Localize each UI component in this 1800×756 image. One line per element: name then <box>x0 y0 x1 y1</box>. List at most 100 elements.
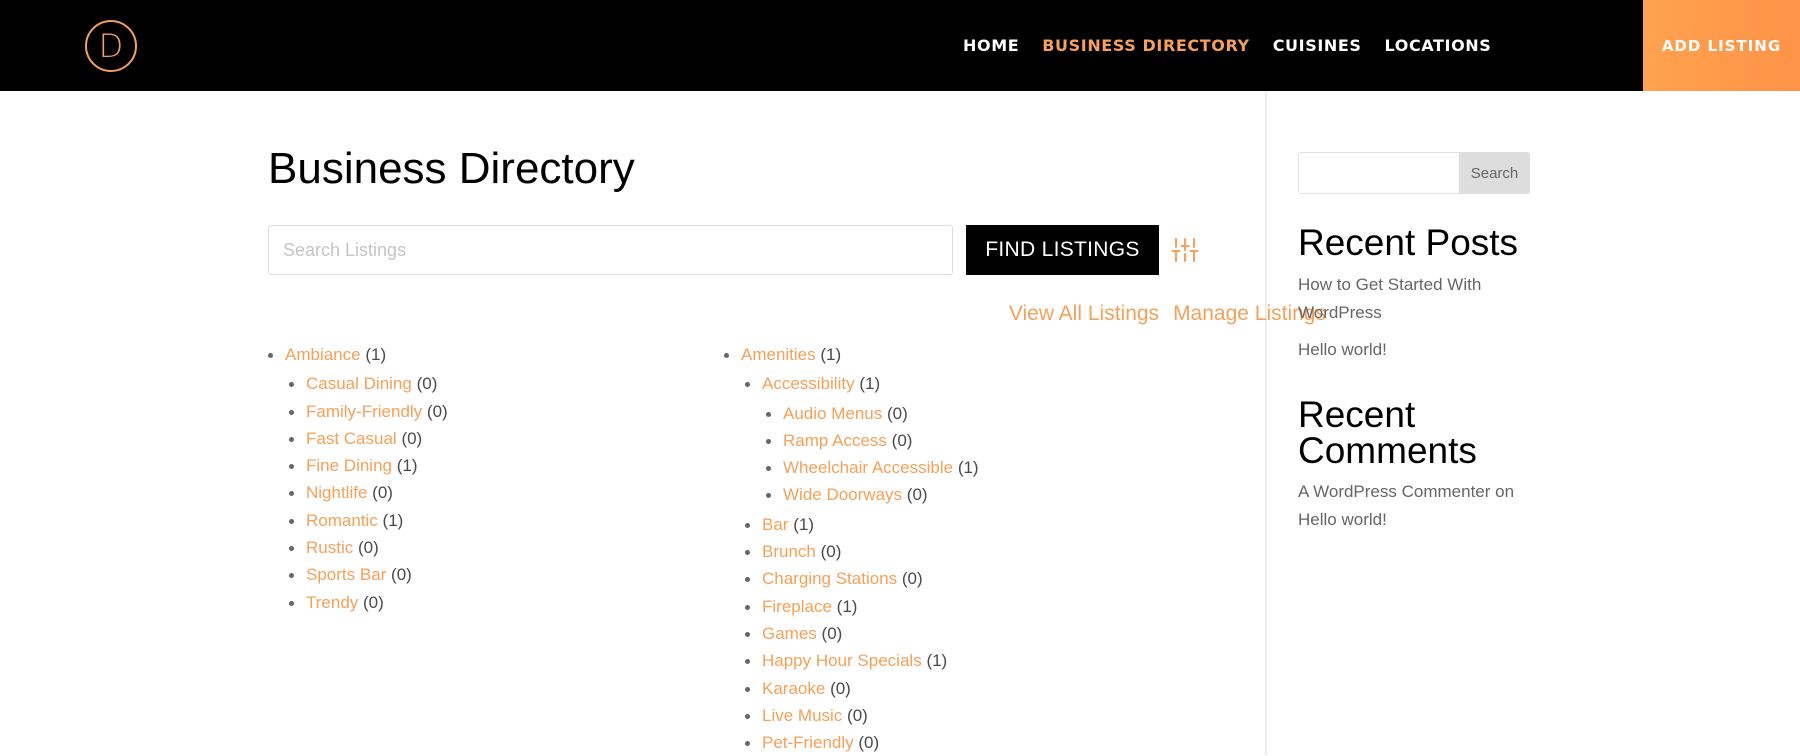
recent-comments-heading: Recent Comments <box>1298 394 1477 471</box>
subcategory-item: Fast Casual (0) <box>289 425 448 452</box>
page-title: Business Directory <box>268 144 635 193</box>
category-link[interactable]: Ambiance <box>285 345 361 364</box>
subcategory-link[interactable]: Fireplace <box>762 597 832 616</box>
recent-comment-item: A WordPress Commenter on Hello world! <box>1298 478 1538 534</box>
recent-post-item: Hello world! <box>1298 336 1538 364</box>
subcategory-link[interactable]: Wide Doorways <box>783 485 902 504</box>
subcategory-link[interactable]: Casual Dining <box>306 374 412 393</box>
subcategory-item: Romantic (1) <box>289 507 448 534</box>
recent-post-link[interactable]: Hello world! <box>1298 340 1387 359</box>
subcategory-count: (1) <box>926 651 948 671</box>
subcategory-item: Trendy (0) <box>289 589 448 616</box>
listing-links: View All Listings Manage Listings <box>1009 302 1326 326</box>
subcategory-count: (0) <box>372 483 393 503</box>
sidebar-divider <box>1265 91 1267 755</box>
subcategory-item: Brunch (0) <box>745 538 979 565</box>
subcategory-item: Happy Hour Specials (1) <box>745 647 979 674</box>
subcategory-link[interactable]: Bar <box>762 515 788 534</box>
subcategory-link[interactable]: Charging Stations <box>762 569 897 588</box>
subcategory-link[interactable]: Sports Bar <box>306 565 386 584</box>
subcategory-item: Karaoke (0) <box>745 675 979 702</box>
subcategory-item: Casual Dining (0) <box>289 370 448 397</box>
subcategory-link[interactable]: Audio Menus <box>783 404 882 423</box>
subcategory-item: Accessibility (1) Audio Menus (0) Ramp Acc… <box>745 370 979 508</box>
subcategory-link[interactable]: Live Music <box>762 706 842 725</box>
subcategory-item: Family-Friendly (0) <box>289 398 448 425</box>
subcategory-count: (0) <box>830 678 851 698</box>
subcategory-link[interactable]: Ramp Access <box>783 431 887 450</box>
category-count: (1) <box>820 345 842 364</box>
subcategory-count: (1) <box>957 458 979 478</box>
subcategory-count: (0) <box>363 592 384 612</box>
subcategory-count: (0) <box>891 430 913 450</box>
sidebar-search-input[interactable] <box>1298 152 1460 194</box>
comment-on-text: on <box>1495 482 1515 501</box>
subcategory-count: (0) <box>426 401 448 421</box>
subcategory-item: Rustic (0) <box>289 534 448 561</box>
view-all-listings-link[interactable]: View All Listings <box>1009 302 1159 326</box>
subcategory-count: (0) <box>906 485 928 505</box>
subcategory-item: Fireplace (1) <box>745 593 979 620</box>
subcategory-count: (0) <box>901 569 923 589</box>
subcategory-link[interactable]: Karaoke <box>762 679 825 698</box>
subcategory-item: Sports Bar (0) <box>289 561 448 588</box>
sidebar-search-button[interactable]: Search <box>1459 152 1530 194</box>
subcategory-link[interactable]: Pet-Friendly <box>762 733 854 752</box>
subcategory-link[interactable]: Trendy <box>306 593 358 612</box>
sliders-icon[interactable] <box>1171 236 1199 264</box>
subcategory-link[interactable]: Fine Dining <box>306 456 392 475</box>
logo-letter: D <box>98 27 124 65</box>
nav-locations[interactable]: LOCATIONS <box>1385 36 1492 55</box>
site-logo[interactable]: D <box>85 20 137 72</box>
subcategory-item: Charging Stations (0) <box>745 565 979 592</box>
search-listings-input[interactable] <box>268 225 953 275</box>
subcategory-link[interactable]: Games <box>762 624 817 643</box>
subcategory-count: (0) <box>820 542 842 562</box>
subcategory-link[interactable]: Rustic <box>306 538 353 557</box>
subcategory-link[interactable]: Brunch <box>762 542 816 561</box>
nav-home[interactable]: HOME <box>963 36 1019 55</box>
nav-business-directory[interactable]: BUSINESS DIRECTORY <box>1042 36 1249 55</box>
subcategory-link[interactable]: Romantic <box>306 511 378 530</box>
subcategory-item: Live Music (0) <box>745 702 979 729</box>
subcategory-count: (1) <box>382 510 404 530</box>
subcategory-item: Ramp Access (0) <box>766 427 979 454</box>
category-count: (1) <box>365 345 387 364</box>
subcategory-item: Fine Dining (1) <box>289 452 448 479</box>
site-header: D HOME BUSINESS DIRECTORY CUISINES LOCAT… <box>0 0 1800 91</box>
subcategory-link[interactable]: Nightlife <box>306 483 367 502</box>
subcategory-link[interactable]: Wheelchair Accessible <box>783 458 953 477</box>
comment-post-link[interactable]: Hello world! <box>1298 510 1387 529</box>
add-listing-button[interactable]: ADD LISTING <box>1643 0 1800 91</box>
category-item: Ambiance (1) Casual Dining (0) Family-Fri… <box>268 341 448 616</box>
subcategory-count: (1) <box>396 456 418 476</box>
main-nav: HOME BUSINESS DIRECTORY CUISINES LOCATIO… <box>963 0 1514 91</box>
recent-posts-heading: Recent Posts <box>1298 222 1519 263</box>
subcategory-list: Accessibility (1) Audio Menus (0) Ramp Acc… <box>741 370 979 756</box>
subcategory-link[interactable]: Fast Casual <box>306 429 397 448</box>
nav-cuisines[interactable]: CUISINES <box>1273 36 1362 55</box>
category-link[interactable]: Amenities <box>741 345 816 364</box>
subcategory-count: (1) <box>836 596 858 616</box>
comment-author-link[interactable]: A WordPress Commenter <box>1298 482 1490 501</box>
subcategory-item: Games (0) <box>745 620 979 647</box>
subcategory-link[interactable]: Happy Hour Specials <box>762 651 922 670</box>
category-list-amenities: Amenities (1) Accessibility (1) Audio Men… <box>724 341 979 756</box>
subcategory-item: Audio Menus (0) <box>766 400 979 427</box>
subcategory-count: (0) <box>416 374 438 394</box>
subcategory-item: Pet-Friendly (0) <box>745 729 979 756</box>
subcategory-link[interactable]: Accessibility <box>762 374 855 393</box>
subcategory-link[interactable]: Family-Friendly <box>306 402 422 421</box>
recent-post-link[interactable]: How to Get Started With WordPress <box>1298 275 1481 322</box>
subcategory-item: Bar (1) <box>745 511 979 538</box>
find-listings-button[interactable]: FIND LISTINGS <box>966 225 1159 275</box>
subcategory-count: (1) <box>793 514 814 534</box>
recent-post-item: How to Get Started With WordPress <box>1298 271 1538 327</box>
subcategory-count: (0) <box>821 623 843 643</box>
subcategory-count: (0) <box>886 403 908 423</box>
subcategory-item: Wide Doorways (0) <box>766 481 979 508</box>
subcategory-item: Wheelchair Accessible (1) <box>766 454 979 481</box>
subcategory-count: (0) <box>357 538 379 558</box>
category-item: Amenities (1) Accessibility (1) Audio Men… <box>724 341 979 756</box>
subcategory-count: (0) <box>858 733 880 753</box>
